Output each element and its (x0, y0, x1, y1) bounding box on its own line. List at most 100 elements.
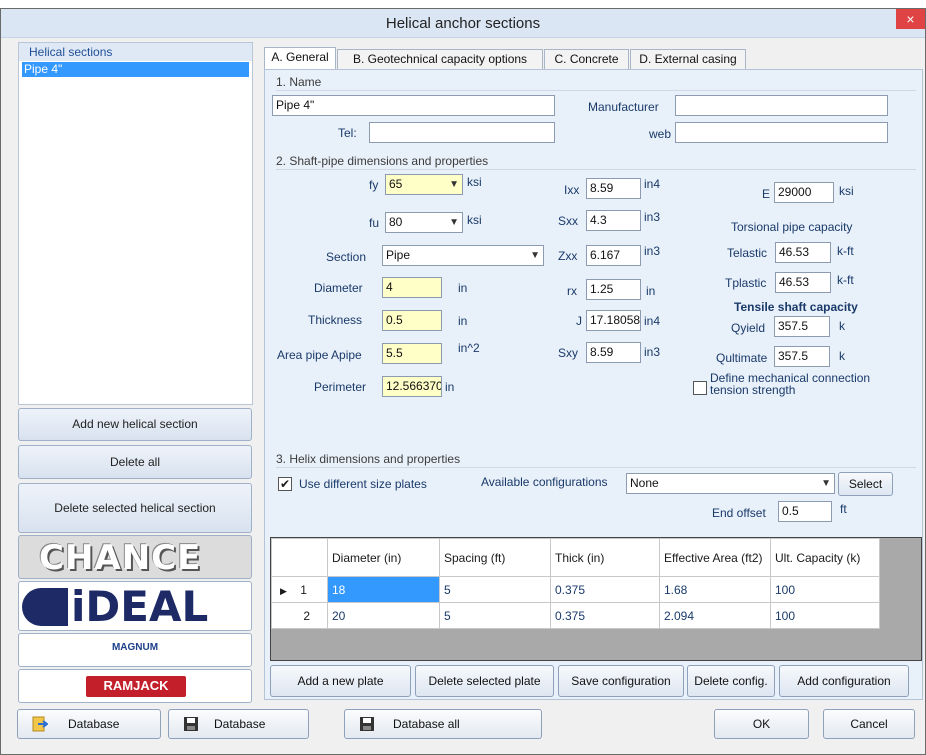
row-header[interactable]: 2 (271, 602, 328, 629)
tab-external-casing[interactable]: D. External casing (630, 49, 746, 70)
helix-plates-grid[interactable]: Diameter (in) Spacing (ft) Thick (in) Ef… (270, 537, 922, 661)
available-configurations-select[interactable]: None ▼ (626, 473, 835, 494)
name-section-title: 1. Name (276, 75, 322, 89)
helical-sections-list[interactable]: Pipe 4" (22, 62, 249, 77)
column-header[interactable]: Effective Area (ft2) (659, 538, 771, 577)
thickness-field[interactable]: 0.5 (382, 310, 442, 331)
ramjack-logo-button[interactable]: RAMJACK (18, 669, 252, 703)
table-cell[interactable]: 0.375 (550, 602, 660, 629)
qyield-unit: k (839, 319, 845, 333)
table-cell[interactable]: 1.68 (659, 576, 771, 603)
qultimate-field[interactable]: 357.5 (774, 346, 830, 367)
table-cell[interactable]: 0.375 (550, 576, 660, 603)
table-cell[interactable]: 100 (770, 602, 880, 629)
add-helical-section-button[interactable]: Add new helical section (18, 408, 252, 441)
column-header[interactable]: Thick (in) (550, 538, 660, 577)
fy-select[interactable]: 65 ▼ (385, 174, 463, 195)
table-cell[interactable]: 2.094 (659, 602, 771, 629)
area-unit: in^2 (458, 341, 480, 355)
table-cell[interactable]: 5 (439, 602, 551, 629)
table-row[interactable]: ▶ 1 18 5 0.375 1.68 100 (271, 576, 880, 603)
magnum-logo-button[interactable]: MAGNUM (18, 633, 252, 667)
end-offset-field[interactable]: 0.5 (778, 501, 832, 522)
column-header[interactable]: Diameter (in) (327, 538, 440, 577)
row-header[interactable]: ▶ 1 (271, 576, 328, 603)
title-bar: Helical anchor sections × (1, 9, 925, 38)
database-save-label: Database (214, 717, 266, 731)
use-different-plates-checkbox[interactable]: ✔ (278, 477, 292, 491)
add-plate-button[interactable]: Add a new plate (270, 665, 411, 697)
perimeter-unit: in (445, 380, 455, 394)
thickness-label: Thickness (308, 313, 363, 327)
qyield-field[interactable]: 357.5 (774, 316, 830, 337)
helical-sections-header: Helical sections (19, 43, 252, 61)
fu-unit: ksi (467, 213, 482, 227)
row-number: 2 (303, 608, 311, 623)
ok-button[interactable]: OK (714, 709, 809, 739)
zxx-label: Zxx (558, 249, 578, 263)
diameter-field[interactable]: 4 (382, 277, 442, 298)
manufacturer-field[interactable] (675, 95, 888, 116)
select-configuration-button[interactable]: Select (838, 472, 893, 496)
sxy-field[interactable]: 8.59 (586, 342, 641, 363)
area-field[interactable]: 5.5 (382, 343, 442, 364)
ixx-field[interactable]: 8.59 (586, 178, 641, 199)
delete-configuration-button[interactable]: Delete config. (687, 665, 775, 697)
web-field[interactable] (675, 122, 888, 143)
sxy-unit: in3 (644, 345, 661, 359)
telastic-field[interactable]: 46.53 (775, 242, 831, 263)
current-row-indicator-icon: ▶ (280, 585, 287, 596)
fy-label: fy (369, 178, 379, 192)
tab-concrete[interactable]: C. Concrete (544, 49, 629, 70)
delete-all-button[interactable]: Delete all (18, 445, 252, 479)
save-configuration-button[interactable]: Save configuration (558, 665, 684, 697)
table-cell[interactable]: 5 (439, 576, 551, 603)
database-save-all-button[interactable]: Database all (344, 709, 542, 739)
end-offset-unit: ft (840, 502, 847, 516)
sxx-field[interactable]: 4.3 (586, 210, 641, 231)
j-field[interactable]: 17.18058 (586, 310, 641, 331)
helix-plates-table: Diameter (in) Spacing (ft) Thick (in) Ef… (271, 538, 880, 629)
e-field[interactable]: 29000 (774, 182, 834, 203)
table-row[interactable]: 2 20 5 0.375 2.094 100 (271, 602, 880, 629)
database-save-button[interactable]: Database (168, 709, 309, 739)
telastic-label: Telastic (727, 246, 768, 260)
rx-unit: in (646, 284, 656, 298)
fu-select[interactable]: 80 ▼ (385, 212, 463, 233)
qyield-label: Qyield (731, 321, 766, 335)
add-configuration-button[interactable]: Add configuration (779, 665, 909, 697)
table-cell[interactable]: 18 (327, 576, 440, 603)
database-import-button[interactable]: Database (17, 709, 161, 739)
column-header[interactable]: Spacing (ft) (439, 538, 551, 577)
define-mechanical-label: Define mechanical connection tension str… (710, 371, 871, 397)
tab-geotechnical-capacity[interactable]: B. Geotechnical capacity options (337, 49, 543, 70)
ideal-logo: iDEAL (71, 582, 209, 631)
section-select[interactable]: Pipe ▼ (382, 245, 544, 266)
column-header[interactable]: Ult. Capacity (k) (770, 538, 880, 577)
delete-plate-button[interactable]: Delete selected plate (415, 665, 554, 697)
tel-field[interactable] (369, 122, 555, 143)
fy-value: 65 (389, 177, 403, 191)
chance-logo-button[interactable]: CHANCE (18, 535, 252, 579)
rx-label: rx (567, 284, 577, 298)
zxx-field[interactable]: 6.167 (586, 245, 641, 266)
tplastic-label: Tplastic (725, 276, 767, 290)
close-button[interactable]: × (896, 9, 925, 29)
cancel-button[interactable]: Cancel (823, 709, 915, 739)
tab-general[interactable]: A. General (264, 47, 336, 71)
use-different-plates-label: Use different size plates (299, 477, 427, 491)
database-save-all-label: Database all (393, 717, 460, 731)
name-field[interactable]: Pipe 4" (272, 95, 555, 116)
delete-selected-section-button[interactable]: Delete selected helical section (18, 483, 252, 533)
caption-strip (0, 0, 926, 8)
define-mechanical-checkbox[interactable] (693, 381, 707, 395)
ideal-logo-button[interactable]: iDEAL (18, 581, 252, 631)
divider (276, 90, 916, 91)
table-cell[interactable]: 100 (770, 576, 880, 603)
perimeter-field[interactable]: 12.566370 (382, 376, 442, 397)
table-cell[interactable]: 20 (327, 602, 440, 629)
rx-field[interactable]: 1.25 (586, 279, 641, 300)
shaft-section-title: 2. Shaft-pipe dimensions and properties (276, 154, 489, 168)
tplastic-field[interactable]: 46.53 (775, 272, 831, 293)
list-item[interactable]: Pipe 4" (22, 62, 249, 77)
